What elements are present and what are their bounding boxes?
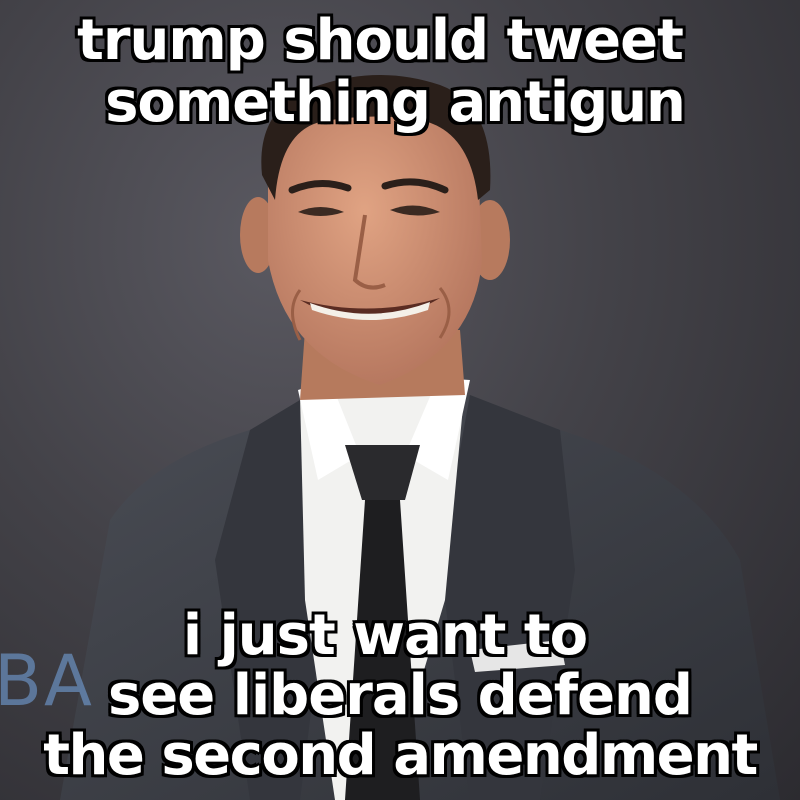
bottom-caption-line-1: i just want to [182, 603, 588, 668]
bottom-caption-line-2: see liberals defend [107, 663, 693, 728]
meme-image: BA trump should tweet something antigun … [0, 0, 800, 800]
top-caption: trump should tweet something antigun [0, 10, 800, 134]
top-caption-line-1: trump should tweet [77, 8, 684, 73]
bottom-caption: i just want to see liberals defend the s… [0, 606, 800, 786]
bottom-caption-line-3: the second amendment [43, 723, 758, 788]
top-caption-line-2: something antigun [105, 70, 686, 135]
